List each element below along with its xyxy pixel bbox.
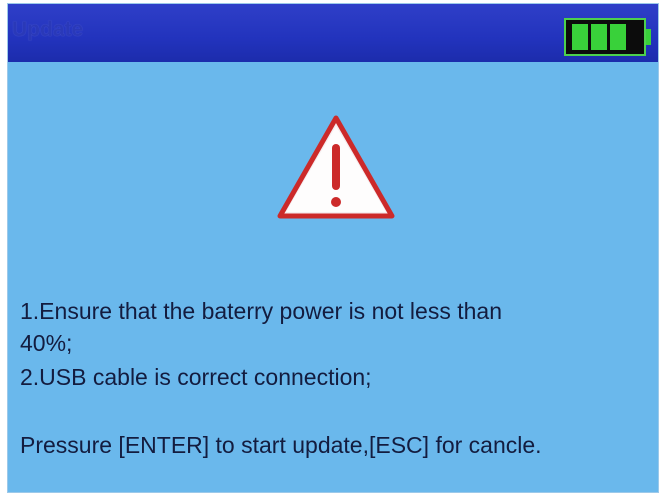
title-bar: Update bbox=[8, 4, 658, 62]
window-title: Update bbox=[12, 18, 84, 41]
message-line-1: 1.Ensure that the baterry power is not l… bbox=[20, 298, 502, 324]
battery-tip bbox=[646, 29, 651, 45]
warning-triangle-icon bbox=[277, 115, 395, 219]
battery-cell bbox=[610, 24, 626, 50]
update-screen: Update 1.Ensure that the baterry power i… bbox=[8, 4, 658, 492]
message-line-2: 40%; bbox=[20, 330, 73, 356]
battery-icon bbox=[564, 18, 646, 56]
action-prompt: Pressure [ENTER] to start update,[ESC] f… bbox=[20, 432, 542, 458]
message-line-3: 2.USB cable is correct connection; bbox=[20, 364, 372, 390]
battery-cell bbox=[591, 24, 607, 50]
battery-cell bbox=[572, 24, 588, 50]
